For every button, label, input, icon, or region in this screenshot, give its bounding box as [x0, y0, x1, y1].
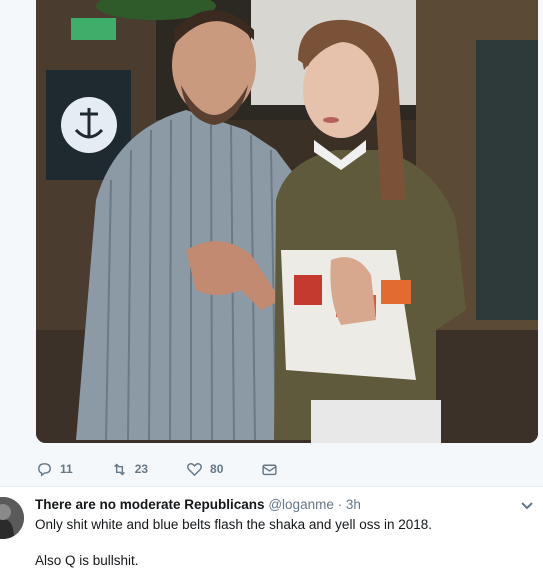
like-icon: [187, 462, 202, 476]
reply-text-line: Only shit white and blue belts flash the…: [35, 517, 432, 532]
chevron-down-icon[interactable]: [519, 497, 535, 513]
reply-text-line: Also Q is bullshit.: [35, 553, 139, 568]
like-count: 80: [210, 462, 224, 476]
reply-count: 11: [60, 462, 73, 476]
timestamp[interactable]: 3h: [346, 497, 361, 512]
tweet-photo[interactable]: [36, 0, 538, 443]
reply-tweet[interactable]: There are no moderate Republicans @logan…: [0, 487, 543, 579]
avatar[interactable]: [0, 497, 24, 539]
tweet-card: 11 23 80: [0, 0, 543, 486]
photo-illustration: [36, 0, 538, 443]
dm-icon: [262, 464, 277, 475]
retweet-icon: [113, 463, 125, 475]
display-name[interactable]: There are no moderate Republicans: [35, 497, 265, 512]
reply-button[interactable]: 11: [36, 461, 73, 478]
separator-dot: ·: [337, 497, 343, 512]
reply-header: There are no moderate Republicans @logan…: [35, 497, 361, 512]
like-button[interactable]: 80: [186, 461, 223, 478]
user-handle[interactable]: @loganme: [268, 497, 334, 512]
dm-button[interactable]: [261, 461, 278, 478]
reply-icon: [38, 462, 51, 477]
tweet-actions: 11 23 80: [36, 458, 316, 480]
retweet-button[interactable]: 23: [111, 461, 148, 478]
retweet-count: 23: [134, 462, 149, 476]
reply-text: Only shit white and blue belts flash the…: [35, 516, 515, 588]
